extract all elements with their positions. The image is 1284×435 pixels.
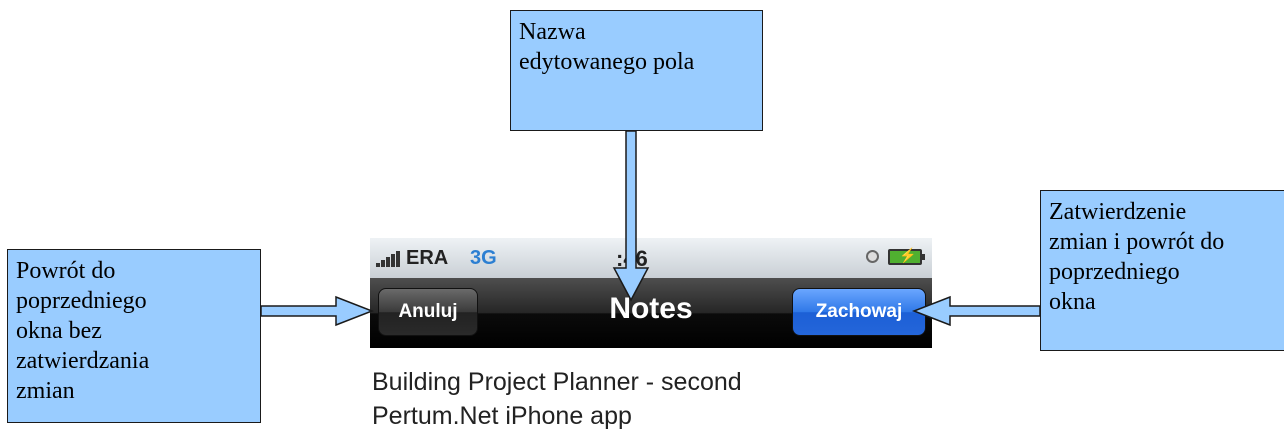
arrow-left: [911, 295, 1041, 327]
arrows-layer: [260, 130, 1041, 327]
arrow-right: [260, 295, 375, 327]
arrow-down: [612, 130, 650, 302]
